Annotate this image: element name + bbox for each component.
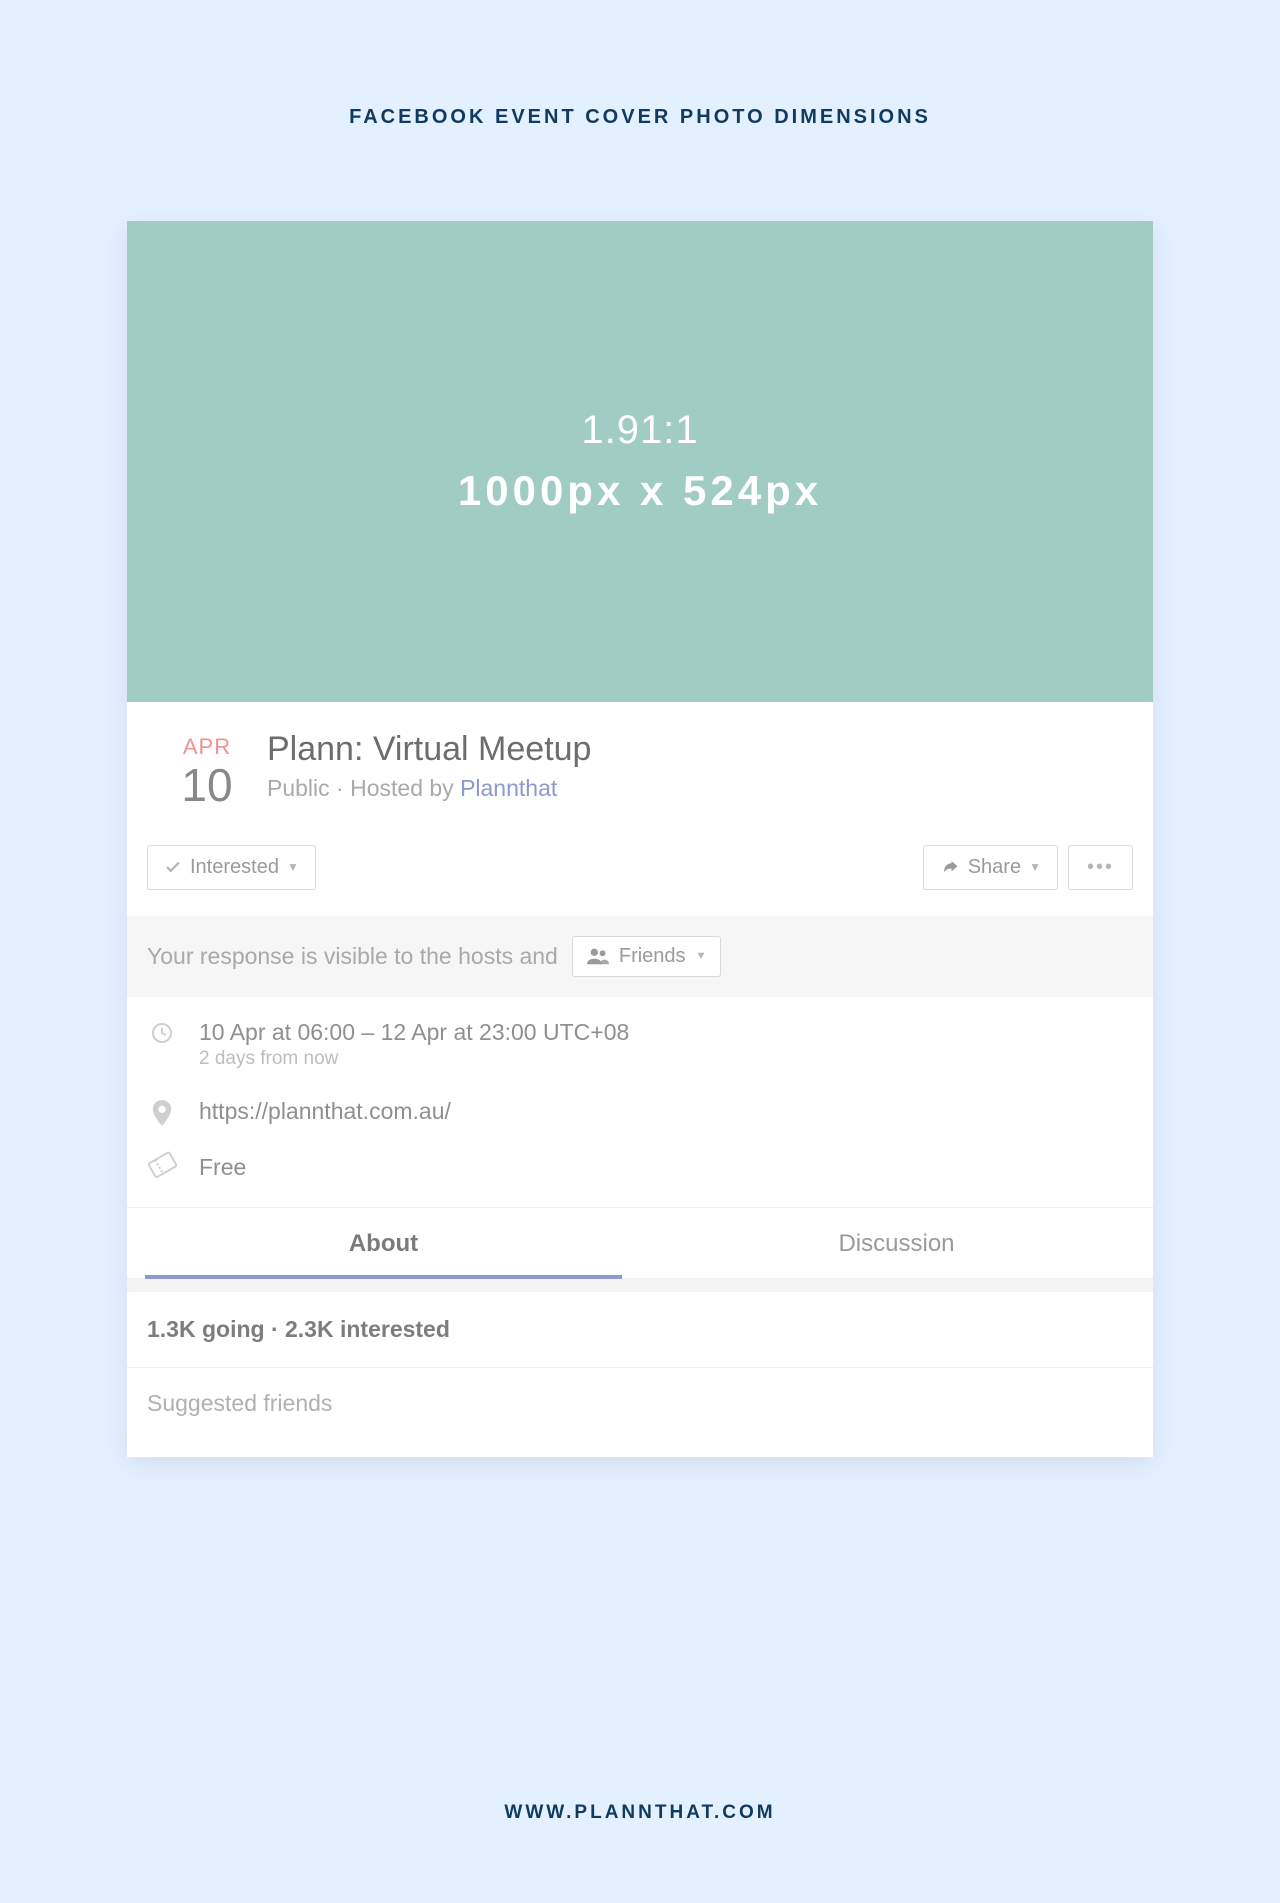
separator-dot: · (336, 775, 350, 801)
event-details: 10 Apr at 06:00 – 12 Apr at 23:00 UTC+08… (127, 997, 1153, 1207)
interested-label: Interested (190, 856, 279, 879)
interested-button[interactable]: Interested ▼ (147, 845, 316, 890)
share-label: Share (968, 856, 1021, 879)
cover-photo-placeholder: 1.91:1 1000px x 524px (127, 221, 1153, 702)
caret-down-icon: ▼ (287, 860, 299, 874)
tab-discussion[interactable]: Discussion (640, 1208, 1153, 1278)
visibility-text: Your response is visible to the hosts an… (147, 943, 558, 970)
event-header: APR 10 Plann: Virtual Meetup Public · Ho… (127, 702, 1153, 821)
event-date-block: APR 10 (147, 730, 267, 811)
event-time-range: 10 Apr at 06:00 – 12 Apr at 23:00 UTC+08 (199, 1019, 629, 1046)
audience-selector-button[interactable]: Friends ▼ (572, 936, 722, 977)
caret-down-icon: ▼ (696, 950, 707, 962)
cover-dimensions: 1000px x 524px (458, 467, 822, 515)
event-subtitle: Public · Hosted by Plannthat (267, 775, 1133, 802)
attendance-stats: 1.3K going · 2.3K interested (127, 1292, 1153, 1368)
detail-location-row: https://plannthat.com.au/ (147, 1098, 1133, 1126)
event-month: APR (147, 734, 267, 760)
more-options-button[interactable]: ••• (1068, 845, 1133, 890)
event-card: 1.91:1 1000px x 524px APR 10 Plann: Virt… (127, 221, 1153, 1457)
hosted-by-label: Hosted by (350, 775, 454, 801)
event-title: Plann: Virtual Meetup (267, 730, 1133, 769)
section-divider (127, 1278, 1153, 1292)
detail-price-row: Free (147, 1154, 1133, 1181)
caret-down-icon: ▼ (1029, 860, 1041, 874)
event-time-relative: 2 days from now (199, 1048, 629, 1070)
visibility-row: Your response is visible to the hosts an… (127, 916, 1153, 997)
event-price: Free (199, 1154, 246, 1181)
page-title: FACEBOOK EVENT COVER PHOTO DIMENSIONS (0, 106, 1280, 129)
detail-time-row: 10 Apr at 06:00 – 12 Apr at 23:00 UTC+08… (147, 1019, 1133, 1070)
ticket-icon (144, 1147, 180, 1179)
share-arrow-icon (940, 858, 960, 876)
footer-url: WWW.PLANNTHAT.COM (0, 1802, 1280, 1824)
location-pin-icon (147, 1098, 177, 1126)
event-location[interactable]: https://plannthat.com.au/ (199, 1098, 451, 1125)
ellipsis-icon: ••• (1087, 856, 1114, 879)
tabs-row: About Discussion (127, 1207, 1153, 1278)
tab-about[interactable]: About (127, 1208, 640, 1278)
action-button-row: Interested ▼ Share ▼ ••• (127, 821, 1153, 916)
friends-icon (587, 947, 609, 965)
event-day: 10 (147, 760, 267, 811)
clock-icon (147, 1019, 177, 1045)
share-button[interactable]: Share ▼ (923, 845, 1058, 890)
event-privacy: Public (267, 775, 330, 801)
cover-aspect-ratio: 1.91:1 (581, 408, 698, 453)
audience-label: Friends (619, 945, 686, 968)
host-link[interactable]: Plannthat (460, 775, 557, 801)
suggested-friends-label: Suggested friends (127, 1368, 1153, 1457)
check-icon (164, 858, 182, 876)
